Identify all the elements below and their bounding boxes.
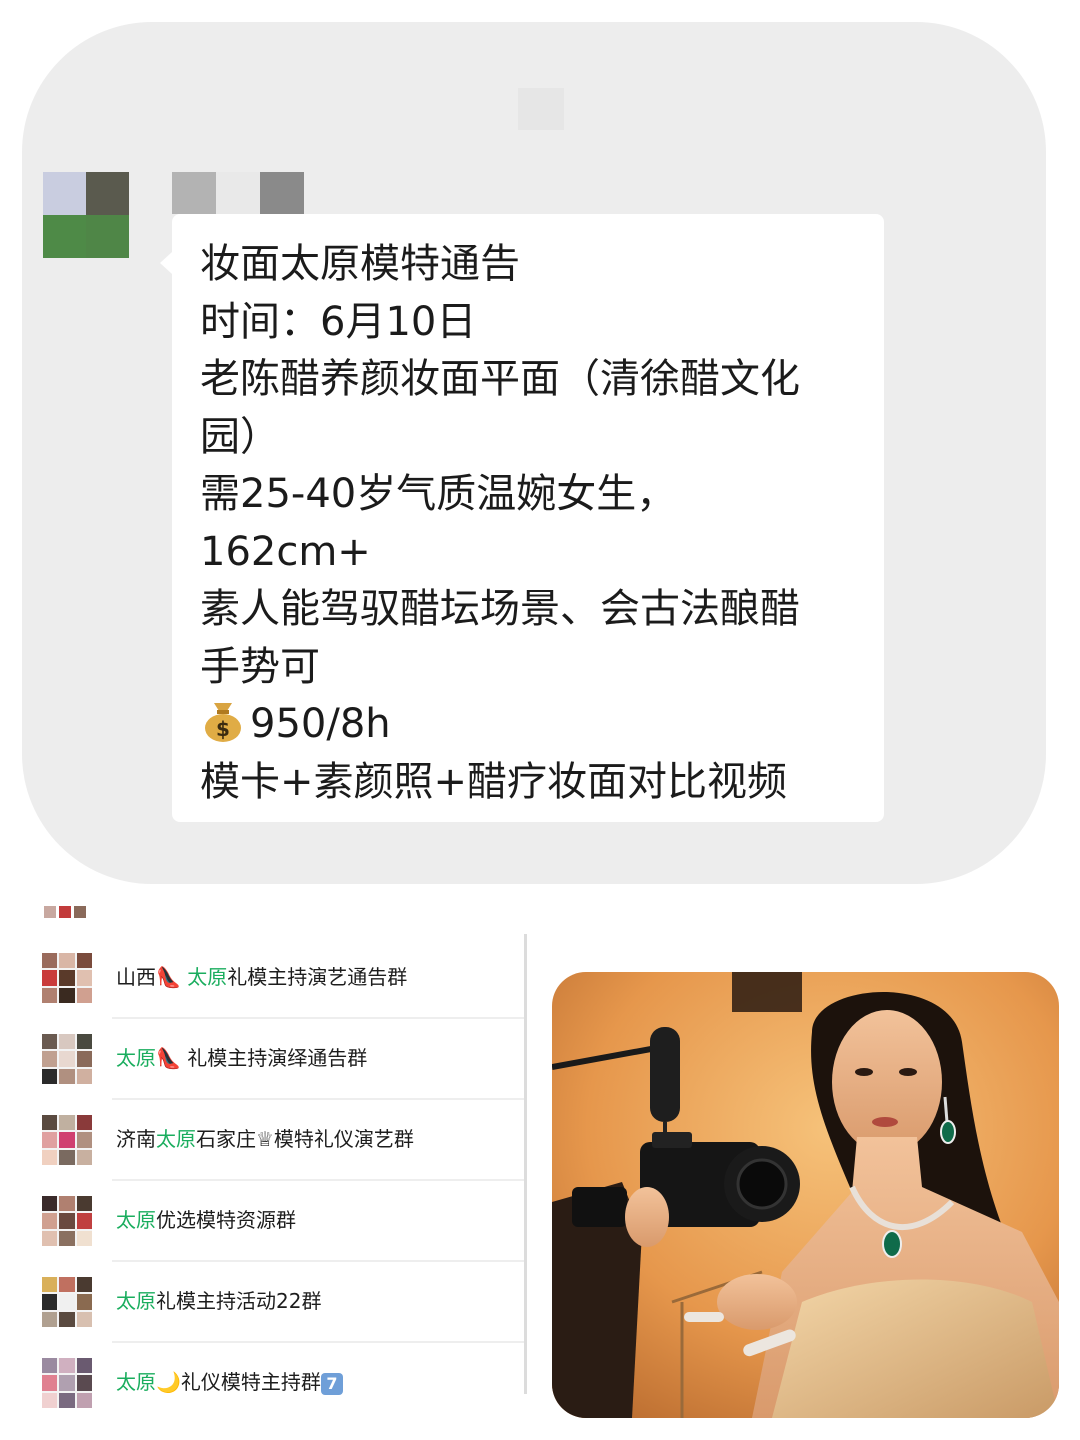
- blurred-header-patch: [518, 88, 564, 130]
- announcement-requirement: 需25-40岁气质温婉女生，: [200, 471, 677, 517]
- announcement-text: 妆面太原模特通告 时间：6月10日 老陈醋养颜妆面平面（清徐醋文化 园） 需25…: [200, 236, 870, 811]
- group-item[interactable]: 太原优选模特资源群: [32, 1179, 524, 1260]
- group-name: 太原👠 礼模主持演绎通告群: [116, 1046, 368, 1070]
- list-separator: [112, 1179, 524, 1181]
- list-separator: [112, 1341, 524, 1343]
- list-separator: [112, 1260, 524, 1262]
- announcement-date: 时间：6月10日: [200, 298, 477, 345]
- sender-name-pixelated: [172, 172, 304, 214]
- group-avatar: [42, 1277, 92, 1327]
- model-photo: [552, 972, 1059, 1418]
- group-avatar: [42, 1358, 92, 1408]
- group-name: 济南太原石家庄♕模特礼仪演艺群: [116, 1127, 414, 1151]
- announcement-project-cont: 园）: [200, 413, 280, 460]
- group-avatar: [42, 1115, 92, 1165]
- list-right-border: [524, 934, 527, 1394]
- list-separator: [112, 1098, 524, 1100]
- svg-text:$: $: [216, 717, 230, 741]
- announcement-project: 老陈醋养颜妆面平面（清徐醋文化: [200, 356, 800, 402]
- list-separator: [112, 1017, 524, 1019]
- group-name: 山西👠 太原礼模主持演艺通告群: [116, 965, 408, 989]
- group-item[interactable]: 济南太原石家庄♕模特礼仪演艺群: [32, 1098, 524, 1179]
- high-heel-icon: 👠: [156, 965, 181, 989]
- pay-rate: 950/8h: [250, 701, 391, 747]
- announcement-skill-cont: 手势可: [200, 643, 320, 690]
- announcement-pay: $ 950/8h: [200, 696, 870, 754]
- group-item[interactable]: 太原礼模主持活动22群: [32, 1260, 524, 1341]
- partial-avatar-strip: [44, 906, 104, 920]
- keycap-badge-icon: 7: [320, 1372, 343, 1395]
- group-item[interactable]: 太原🌙礼仪模特主持群 7: [32, 1341, 524, 1422]
- money-bag-icon: $: [200, 697, 246, 743]
- group-name: 太原礼模主持活动22群: [116, 1289, 322, 1313]
- group-item[interactable]: 太原👠 礼模主持演绎通告群: [32, 1017, 524, 1098]
- group-item[interactable]: 山西👠 太原礼模主持演艺通告群: [32, 936, 524, 1017]
- group-avatar: [42, 1196, 92, 1246]
- high-heel-icon: 👠: [156, 1046, 181, 1070]
- bubble-tail: [160, 252, 172, 274]
- group-chat-list: 山西👠 太原礼模主持演艺通告群 太原👠 礼模主持演绎通告群 济南太原石家庄♕模特…: [32, 900, 530, 1408]
- group-name: 太原🌙礼仪模特主持群 7: [116, 1365, 343, 1399]
- announcement-materials: 模卡+素颜照+醋疗妆面对比视频: [200, 758, 788, 805]
- announcement-title: 妆面太原模特通告: [200, 241, 520, 287]
- announcement-skill: 素人能驾驭醋坛场景、会古法酿醋: [200, 586, 800, 632]
- announcement-height: 162cm+: [200, 528, 371, 575]
- group-name: 太原优选模特资源群: [116, 1208, 296, 1232]
- group-avatar: [42, 1034, 92, 1084]
- message-bubble[interactable]: 妆面太原模特通告 时间：6月10日 老陈醋养颜妆面平面（清徐醋文化 园） 需25…: [172, 214, 884, 822]
- sender-avatar[interactable]: [43, 172, 129, 258]
- group-avatar: [42, 953, 92, 1003]
- crescent-moon-icon: 🌙: [156, 1370, 181, 1394]
